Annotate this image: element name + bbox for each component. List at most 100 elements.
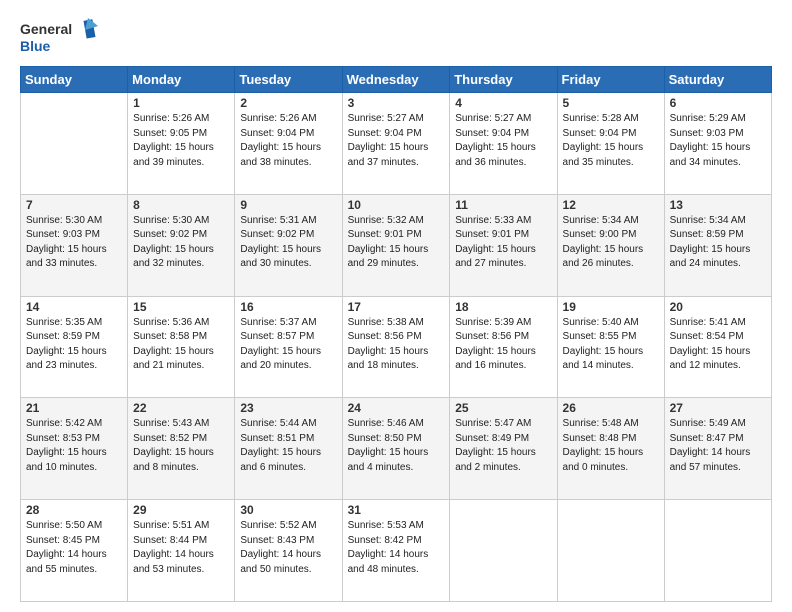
day-info: Sunrise: 5:32 AM Sunset: 9:01 PM Dayligh… — [348, 214, 445, 272]
day-number: 15 — [133, 300, 229, 314]
day-info: Sunrise: 5:52 AM Sunset: 8:43 PM Dayligh… — [240, 519, 336, 577]
day-info: Sunrise: 5:47 AM Sunset: 8:49 PM Dayligh… — [455, 417, 551, 475]
week-row-4: 28 Sunrise: 5:50 AM Sunset: 8:45 PM Dayli… — [21, 500, 772, 602]
week-row-3: 21 Sunrise: 5:42 AM Sunset: 8:53 PM Dayli… — [21, 398, 772, 500]
calendar-cell: 11 Sunrise: 5:33 AM Sunset: 9:01 PM Dayli… — [450, 194, 557, 296]
day-info: Sunrise: 5:42 AM Sunset: 8:53 PM Dayligh… — [26, 417, 122, 475]
calendar-cell: 26Sunrise: 5:48 AM Sunset: 8:48 PM Dayli… — [557, 398, 664, 500]
calendar-cell: 8 Sunrise: 5:30 AM Sunset: 9:02 PM Daylig… — [128, 194, 235, 296]
calendar-cell: 14 Sunrise: 5:35 AM Sunset: 8:59 PM Dayli… — [21, 296, 128, 398]
day-number: 31 — [348, 503, 445, 517]
day-number: 17 — [348, 300, 445, 314]
calendar-cell: 21 Sunrise: 5:42 AM Sunset: 8:53 PM Dayli… — [21, 398, 128, 500]
day-info: Sunrise: 5:37 AM Sunset: 8:57 PM Dayligh… — [240, 316, 336, 374]
day-info: Sunrise: 5:53 AM Sunset: 8:42 PM Dayligh… — [348, 519, 445, 577]
day-number: 27 — [670, 401, 766, 415]
svg-text:General: General — [20, 21, 72, 37]
logo: General Blue — [20, 16, 100, 58]
day-number: 5 — [563, 96, 659, 110]
header-tuesday: Tuesday — [235, 67, 342, 93]
day-number: 30 — [240, 503, 336, 517]
day-info: Sunrise: 5:43 AM Sunset: 8:52 PM Dayligh… — [133, 417, 229, 475]
day-info: Sunrise: 5:39 AM Sunset: 8:56 PM Dayligh… — [455, 316, 551, 374]
page: General Blue SundayMondayTuesdayWednesda… — [0, 0, 792, 612]
day-info: Sunrise: 5:48 AM Sunset: 8:48 PM Dayligh… — [563, 417, 659, 475]
header-friday: Friday — [557, 67, 664, 93]
header: General Blue — [20, 16, 772, 58]
day-number: 25 — [455, 401, 551, 415]
day-info: Sunrise: 5:31 AM Sunset: 9:02 PM Dayligh… — [240, 214, 336, 272]
header-thursday: Thursday — [450, 67, 557, 93]
calendar-cell: 2 Sunrise: 5:26 AM Sunset: 9:04 PM Daylig… — [235, 93, 342, 195]
day-number: 28 — [26, 503, 122, 517]
calendar-cell: 9 Sunrise: 5:31 AM Sunset: 9:02 PM Daylig… — [235, 194, 342, 296]
day-number: 24 — [348, 401, 445, 415]
day-number: 2 — [240, 96, 336, 110]
header-wednesday: Wednesday — [342, 67, 450, 93]
calendar-cell: 13Sunrise: 5:34 AM Sunset: 8:59 PM Dayli… — [664, 194, 771, 296]
calendar-cell — [450, 500, 557, 602]
day-info: Sunrise: 5:33 AM Sunset: 9:01 PM Dayligh… — [455, 214, 551, 272]
calendar-cell: 27Sunrise: 5:49 AM Sunset: 8:47 PM Dayli… — [664, 398, 771, 500]
day-number: 14 — [26, 300, 122, 314]
logo-svg: General Blue — [20, 16, 100, 58]
calendar-cell — [557, 500, 664, 602]
day-info: Sunrise: 5:50 AM Sunset: 8:45 PM Dayligh… — [26, 519, 122, 577]
header-sunday: Sunday — [21, 67, 128, 93]
calendar-cell: 10 Sunrise: 5:32 AM Sunset: 9:01 PM Dayli… — [342, 194, 450, 296]
day-number: 21 — [26, 401, 122, 415]
calendar-cell: 12 Sunrise: 5:34 AM Sunset: 9:00 PM Dayli… — [557, 194, 664, 296]
calendar-cell: 20Sunrise: 5:41 AM Sunset: 8:54 PM Dayli… — [664, 296, 771, 398]
day-number: 22 — [133, 401, 229, 415]
day-info: Sunrise: 5:35 AM Sunset: 8:59 PM Dayligh… — [26, 316, 122, 374]
calendar-cell: 4 Sunrise: 5:27 AM Sunset: 9:04 PM Daylig… — [450, 93, 557, 195]
day-info: Sunrise: 5:29 AM Sunset: 9:03 PM Dayligh… — [670, 112, 766, 170]
day-info: Sunrise: 5:34 AM Sunset: 8:59 PM Dayligh… — [670, 214, 766, 272]
day-info: Sunrise: 5:41 AM Sunset: 8:54 PM Dayligh… — [670, 316, 766, 374]
week-row-0: 1 Sunrise: 5:26 AM Sunset: 9:05 PM Daylig… — [21, 93, 772, 195]
day-info: Sunrise: 5:34 AM Sunset: 9:00 PM Dayligh… — [563, 214, 659, 272]
day-info: Sunrise: 5:40 AM Sunset: 8:55 PM Dayligh… — [563, 316, 659, 374]
calendar-cell: 25 Sunrise: 5:47 AM Sunset: 8:49 PM Dayli… — [450, 398, 557, 500]
calendar-cell: 28 Sunrise: 5:50 AM Sunset: 8:45 PM Dayli… — [21, 500, 128, 602]
calendar-cell: 22 Sunrise: 5:43 AM Sunset: 8:52 PM Dayli… — [128, 398, 235, 500]
day-number: 1 — [133, 96, 229, 110]
day-info: Sunrise: 5:36 AM Sunset: 8:58 PM Dayligh… — [133, 316, 229, 374]
day-info: Sunrise: 5:26 AM Sunset: 9:05 PM Dayligh… — [133, 112, 229, 170]
calendar-cell: 1 Sunrise: 5:26 AM Sunset: 9:05 PM Daylig… — [128, 93, 235, 195]
week-row-1: 7Sunrise: 5:30 AM Sunset: 9:03 PM Daylig… — [21, 194, 772, 296]
day-number: 9 — [240, 198, 336, 212]
day-info: Sunrise: 5:38 AM Sunset: 8:56 PM Dayligh… — [348, 316, 445, 374]
calendar-cell: 18 Sunrise: 5:39 AM Sunset: 8:56 PM Dayli… — [450, 296, 557, 398]
calendar-cell: 6Sunrise: 5:29 AM Sunset: 9:03 PM Daylig… — [664, 93, 771, 195]
calendar-cell: 17 Sunrise: 5:38 AM Sunset: 8:56 PM Dayli… — [342, 296, 450, 398]
day-number: 19 — [563, 300, 659, 314]
day-info: Sunrise: 5:27 AM Sunset: 9:04 PM Dayligh… — [455, 112, 551, 170]
calendar-cell: 7Sunrise: 5:30 AM Sunset: 9:03 PM Daylig… — [21, 194, 128, 296]
day-number: 18 — [455, 300, 551, 314]
day-number: 29 — [133, 503, 229, 517]
day-number: 8 — [133, 198, 229, 212]
day-info: Sunrise: 5:26 AM Sunset: 9:04 PM Dayligh… — [240, 112, 336, 170]
day-number: 11 — [455, 198, 551, 212]
day-info: Sunrise: 5:30 AM Sunset: 9:03 PM Dayligh… — [26, 214, 122, 272]
calendar-cell: 23Sunrise: 5:44 AM Sunset: 8:51 PM Dayli… — [235, 398, 342, 500]
day-info: Sunrise: 5:30 AM Sunset: 9:02 PM Dayligh… — [133, 214, 229, 272]
calendar-cell: 5 Sunrise: 5:28 AM Sunset: 9:04 PM Daylig… — [557, 93, 664, 195]
calendar-cell: 15 Sunrise: 5:36 AM Sunset: 8:58 PM Dayli… — [128, 296, 235, 398]
day-number: 16 — [240, 300, 336, 314]
day-number: 3 — [348, 96, 445, 110]
day-info: Sunrise: 5:46 AM Sunset: 8:50 PM Dayligh… — [348, 417, 445, 475]
day-number: 4 — [455, 96, 551, 110]
day-info: Sunrise: 5:28 AM Sunset: 9:04 PM Dayligh… — [563, 112, 659, 170]
header-saturday: Saturday — [664, 67, 771, 93]
day-number: 23 — [240, 401, 336, 415]
day-number: 10 — [348, 198, 445, 212]
day-number: 12 — [563, 198, 659, 212]
calendar-cell — [21, 93, 128, 195]
calendar-cell: 24 Sunrise: 5:46 AM Sunset: 8:50 PM Dayli… — [342, 398, 450, 500]
calendar-cell: 3Sunrise: 5:27 AM Sunset: 9:04 PM Daylig… — [342, 93, 450, 195]
calendar: SundayMondayTuesdayWednesdayThursdayFrid… — [20, 66, 772, 602]
header-monday: Monday — [128, 67, 235, 93]
calendar-cell: 30 Sunrise: 5:52 AM Sunset: 8:43 PM Dayli… — [235, 500, 342, 602]
